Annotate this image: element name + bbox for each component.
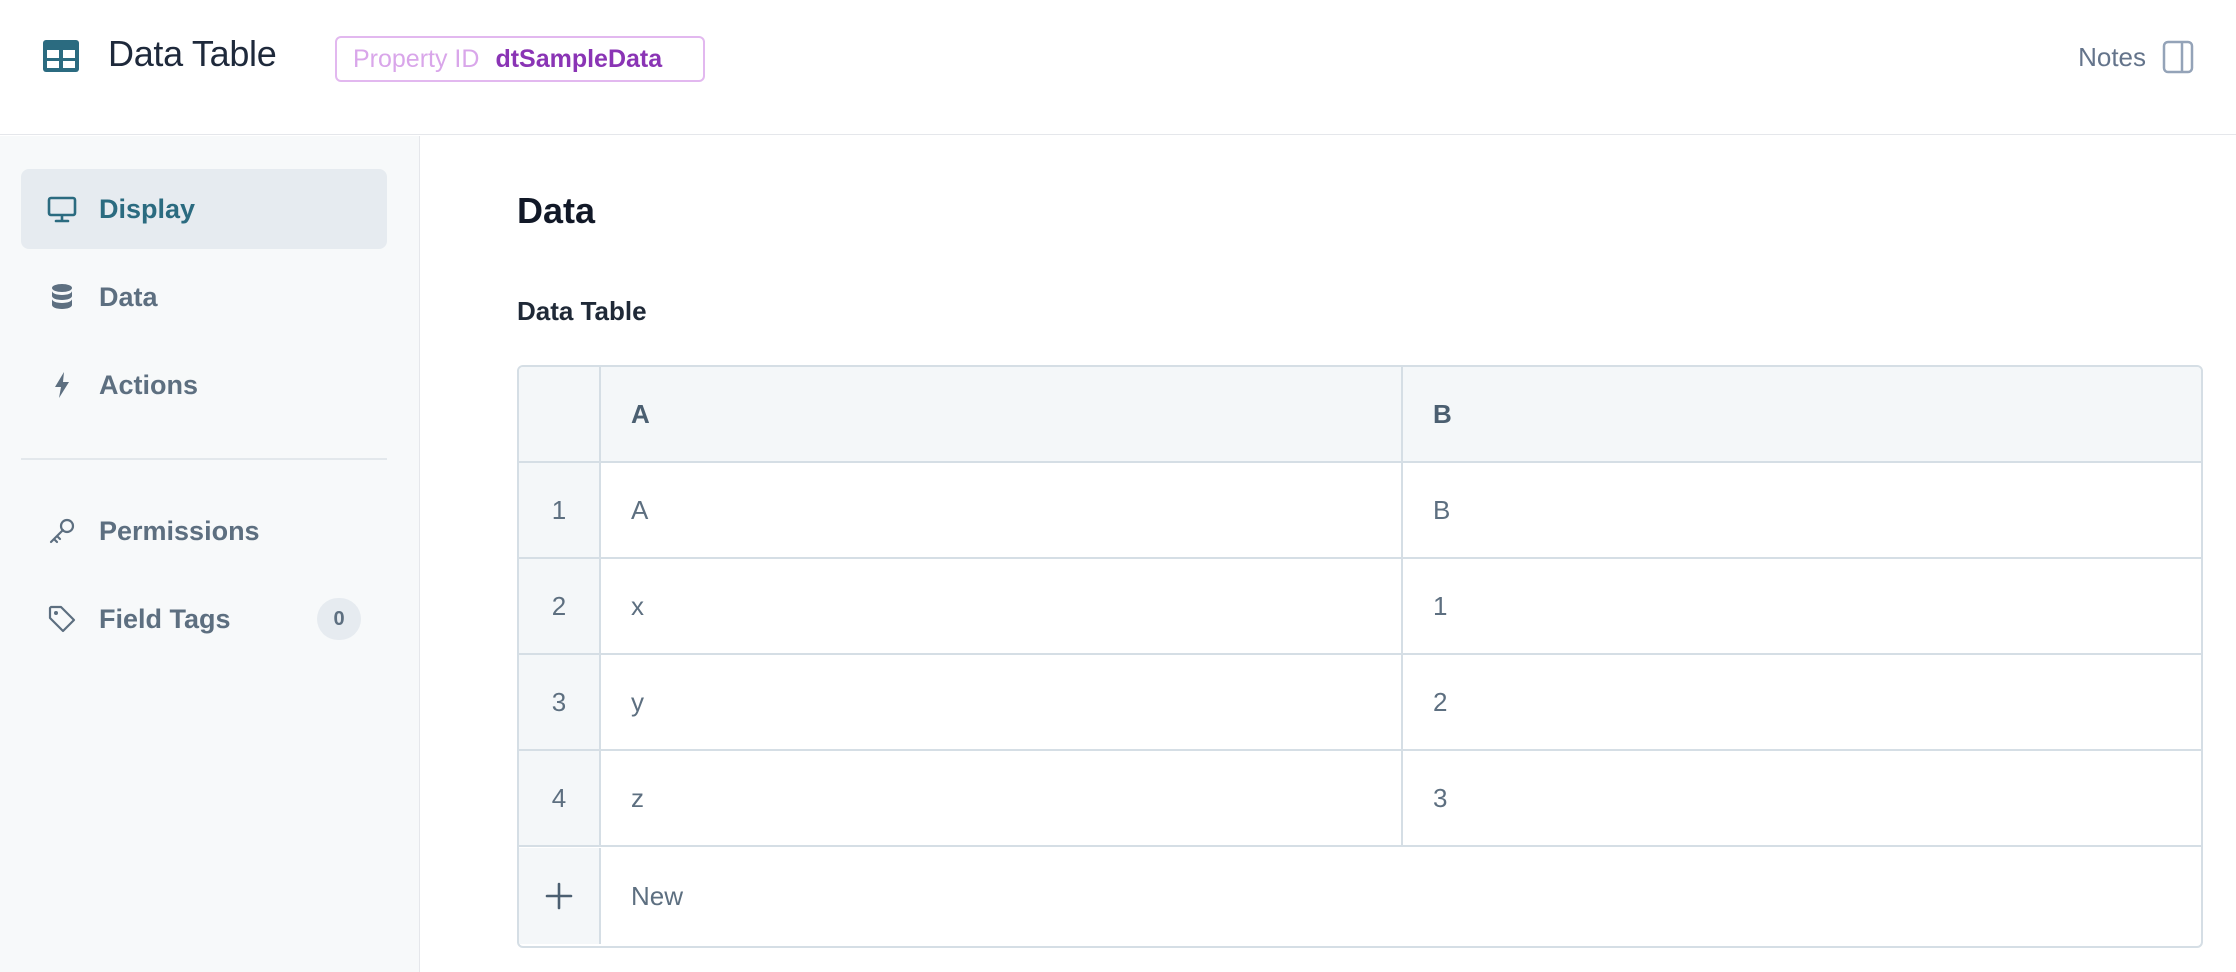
row-index: 3 <box>519 655 601 749</box>
row-index: 1 <box>519 463 601 557</box>
property-id-value: dtSampleData <box>495 44 663 73</box>
sidebar-item-permissions[interactable]: Permissions <box>21 491 387 571</box>
table-cell[interactable]: 1 <box>1403 559 2201 653</box>
notes-label: Notes <box>2078 41 2146 72</box>
monitor-icon <box>47 194 77 224</box>
property-id-label: Property ID <box>353 44 480 73</box>
table-cell[interactable]: z <box>601 751 1403 845</box>
table-cell[interactable]: 3 <box>1403 751 2201 845</box>
sidebar-item-label: Field Tags <box>99 603 231 634</box>
side-panel-icon <box>2162 40 2194 74</box>
corner-cell <box>519 367 601 461</box>
row-index: 4 <box>519 751 601 845</box>
sidebar-item-label: Actions <box>99 369 199 400</box>
row-index: 2 <box>519 559 601 653</box>
tag-icon <box>47 604 77 634</box>
notes-toggle[interactable]: Notes <box>2078 40 2194 74</box>
main-content: Data Data Table A B 1 A B 2 x 1 3 y 2 4 … <box>421 136 2236 972</box>
sidebar-item-display[interactable]: Display <box>21 169 387 249</box>
sidebar-item-label: Data <box>99 281 158 312</box>
section-title: Data <box>517 190 596 231</box>
property-id-badge[interactable]: Property ID dtSampleData <box>335 36 705 82</box>
column-header[interactable]: A <box>601 367 1403 461</box>
page-title: Data Table <box>108 33 277 74</box>
table-cell[interactable]: A <box>601 463 1403 557</box>
sidebar-item-actions[interactable]: Actions <box>21 345 387 425</box>
header-bar: Data Table Property ID dtSampleData Note… <box>0 0 2236 135</box>
data-table-grid: A B 1 A B 2 x 1 3 y 2 4 z 3 New <box>517 365 2203 948</box>
table-cell[interactable]: B <box>1403 463 2201 557</box>
table-icon <box>43 40 79 72</box>
field-tags-count-badge: 0 <box>317 598 361 640</box>
add-row-button[interactable]: New <box>519 848 2201 944</box>
plus-cell <box>519 848 601 944</box>
table-cell[interactable]: 2 <box>1403 655 2201 749</box>
table-row: 3 y 2 <box>519 655 2201 751</box>
new-row-label: New <box>631 880 684 911</box>
table-header-row: A B <box>519 367 2201 463</box>
sidebar-item-data[interactable]: Data <box>21 257 387 337</box>
table-row: 1 A B <box>519 463 2201 559</box>
settings-sidebar: Display Data Actions Permissions Field T… <box>0 136 420 972</box>
field-label: Data Table <box>517 296 647 326</box>
sidebar-item-label: Display <box>99 193 196 224</box>
plus-icon <box>545 882 573 910</box>
database-icon <box>47 282 77 312</box>
sidebar-divider <box>21 458 387 460</box>
table-cell[interactable]: x <box>601 559 1403 653</box>
sidebar-item-label: Permissions <box>99 515 260 546</box>
table-row: 4 z 3 <box>519 751 2201 847</box>
bolt-icon <box>47 370 77 400</box>
sidebar-item-field-tags[interactable]: Field Tags 0 <box>21 579 387 659</box>
column-header[interactable]: B <box>1403 367 2201 461</box>
key-icon <box>47 516 77 546</box>
table-row: 2 x 1 <box>519 559 2201 655</box>
table-cell[interactable]: y <box>601 655 1403 749</box>
